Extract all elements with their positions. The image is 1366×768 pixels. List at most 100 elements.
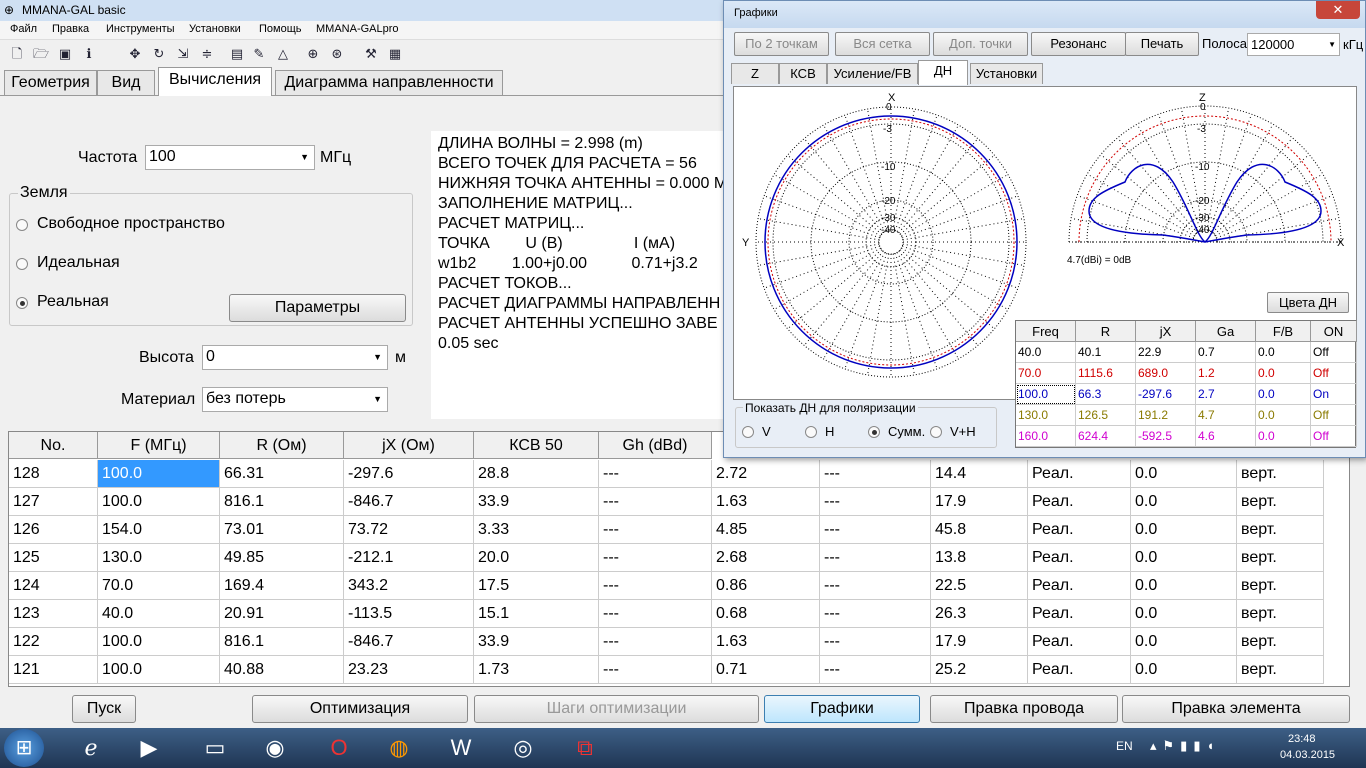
calculator-icon[interactable]: ▦ <box>386 45 404 63</box>
menu-help[interactable]: Помощь <box>259 23 302 35</box>
table-cell[interactable]: -297.6 <box>344 460 474 488</box>
table-cell[interactable]: --- <box>599 572 712 600</box>
pdf-icon[interactable]: ⧉ <box>556 731 614 765</box>
freq-table-cell[interactable]: -297.6 <box>1136 384 1196 405</box>
table-cell[interactable]: 1.73 <box>474 656 599 684</box>
freq-combo[interactable]: 100 ▼ <box>145 145 315 170</box>
scale-icon[interactable]: ⇲ <box>174 45 192 63</box>
start-icon[interactable]: ⊞ <box>4 729 44 767</box>
new-icon[interactable]: 🗋 <box>8 45 26 63</box>
freq-table-cell[interactable]: 0.0 <box>1256 342 1311 363</box>
table-cell[interactable]: 0.0 <box>1131 516 1237 544</box>
table-cell[interactable]: 45.8 <box>931 516 1028 544</box>
column-header[interactable]: Gh (dBd) <box>599 432 712 459</box>
table-cell[interactable]: верт. <box>1237 572 1324 600</box>
menu-pro[interactable]: MMANA-GALpro <box>316 23 399 35</box>
target-icon[interactable]: ⊕ <box>304 45 322 63</box>
table-cell[interactable]: 0.86 <box>712 572 820 600</box>
tab-gain-fb[interactable]: Усиление/FB <box>827 63 918 84</box>
table-cell[interactable]: --- <box>599 656 712 684</box>
word-icon[interactable]: W <box>432 731 490 765</box>
table-cell[interactable]: 0.68 <box>712 600 820 628</box>
radio-pol-sum[interactable] <box>868 426 880 438</box>
table-cell[interactable]: 0.0 <box>1131 488 1237 516</box>
table-cell[interactable]: 49.85 <box>220 544 344 572</box>
table-cell[interactable]: 0.0 <box>1131 656 1237 684</box>
edit-element-button[interactable]: Правка элемента <box>1122 695 1350 723</box>
freq-table-cell[interactable]: 1.2 <box>1196 363 1256 384</box>
table-cell[interactable]: 17.9 <box>931 488 1028 516</box>
wires-icon[interactable]: ≑ <box>198 45 216 63</box>
table-cell[interactable]: 100.0 <box>98 656 220 684</box>
tools-icon[interactable]: ⚒ <box>362 45 380 63</box>
table-cell[interactable]: 127 <box>9 488 98 516</box>
freq-table-cell[interactable]: 70.0 <box>1016 363 1076 384</box>
mmana-icon[interactable]: ◎ <box>494 731 552 765</box>
freq-table-cell[interactable]: On <box>1311 384 1357 405</box>
table-cell[interactable]: 816.1 <box>220 628 344 656</box>
table-cell[interactable]: 40.88 <box>220 656 344 684</box>
column-header[interactable]: jX (Ом) <box>344 432 474 459</box>
start-button[interactable]: Пуск <box>72 695 136 723</box>
table-cell[interactable]: Реал. <box>1028 516 1131 544</box>
table-cell[interactable]: 73.01 <box>220 516 344 544</box>
table-cell[interactable]: верт. <box>1237 600 1324 628</box>
menu-settings[interactable]: Установки <box>189 23 241 35</box>
tray-icons[interactable]: ▴⚑▮▮◖ <box>1150 738 1220 754</box>
freq-table-cell[interactable]: -592.5 <box>1136 426 1196 447</box>
table-cell[interactable]: --- <box>820 628 931 656</box>
table-cell[interactable]: --- <box>820 572 931 600</box>
table-cell[interactable]: 0.0 <box>1131 572 1237 600</box>
tab-calculation[interactable]: Вычисления <box>158 67 272 96</box>
freq-table-cell[interactable]: Off <box>1311 405 1357 426</box>
opera-icon[interactable]: O <box>310 731 368 765</box>
table-cell[interactable]: верт. <box>1237 488 1324 516</box>
table-cell[interactable]: Реал. <box>1028 572 1131 600</box>
freq-table-cell[interactable]: 126.5 <box>1076 405 1136 426</box>
table-cell[interactable]: 1.63 <box>712 628 820 656</box>
table-cell[interactable]: верт. <box>1237 628 1324 656</box>
tab-pattern-dn[interactable]: ДН <box>918 60 968 85</box>
table-cell[interactable]: 130.0 <box>98 544 220 572</box>
column-header[interactable]: R (Ом) <box>220 432 344 459</box>
table-cell[interactable]: Реал. <box>1028 600 1131 628</box>
menu-tools[interactable]: Инструменты <box>106 23 175 35</box>
clock-time[interactable]: 23:48 <box>1288 733 1316 745</box>
tab-settings[interactable]: Установки <box>970 63 1043 84</box>
opt-steps-button[interactable]: Шаги оптимизации <box>474 695 759 723</box>
table-cell[interactable]: --- <box>820 600 931 628</box>
table-cell[interactable]: верт. <box>1237 544 1324 572</box>
rotate-icon[interactable]: ↻ <box>150 45 168 63</box>
table-cell[interactable]: --- <box>599 544 712 572</box>
table-cell[interactable]: 20.0 <box>474 544 599 572</box>
freq-table-cell[interactable]: 191.2 <box>1136 405 1196 426</box>
table-cell[interactable]: 22.5 <box>931 572 1028 600</box>
table-cell[interactable]: 126 <box>9 516 98 544</box>
table-cell[interactable]: Реал. <box>1028 544 1131 572</box>
doc-icon[interactable]: ▤ <box>228 45 246 63</box>
table-cell[interactable]: -846.7 <box>344 628 474 656</box>
extra-points-button[interactable]: Доп. точки <box>933 32 1028 56</box>
edit-wire-button[interactable]: Правка провода <box>930 695 1118 723</box>
freq-table-cell[interactable]: 100.0 <box>1016 384 1076 405</box>
table-cell[interactable]: --- <box>820 488 931 516</box>
optimize-button[interactable]: Оптимизация <box>252 695 468 723</box>
table-cell[interactable]: --- <box>599 600 712 628</box>
column-header[interactable]: КСВ 50 <box>474 432 599 459</box>
table-cell[interactable]: 100.0 <box>98 628 220 656</box>
freq-table-cell[interactable]: 2.7 <box>1196 384 1256 405</box>
table-cell[interactable]: --- <box>820 516 931 544</box>
freq-table-cell[interactable]: 40.0 <box>1016 342 1076 363</box>
table-cell[interactable]: 70.0 <box>98 572 220 600</box>
open-icon[interactable]: 🗁 <box>32 45 50 63</box>
freq-table-cell[interactable]: 4.7 <box>1196 405 1256 426</box>
save-icon[interactable]: ▣ <box>56 45 74 63</box>
radio-ideal[interactable] <box>16 258 28 270</box>
menu-edit[interactable]: Правка <box>52 23 89 35</box>
material-combo[interactable]: без потерь ▼ <box>202 387 388 412</box>
table-cell[interactable]: --- <box>820 656 931 684</box>
radio-free-space[interactable] <box>16 219 28 231</box>
table-cell[interactable]: 4.85 <box>712 516 820 544</box>
full-grid-button[interactable]: Вся сетка <box>835 32 930 56</box>
table-cell[interactable]: 816.1 <box>220 488 344 516</box>
